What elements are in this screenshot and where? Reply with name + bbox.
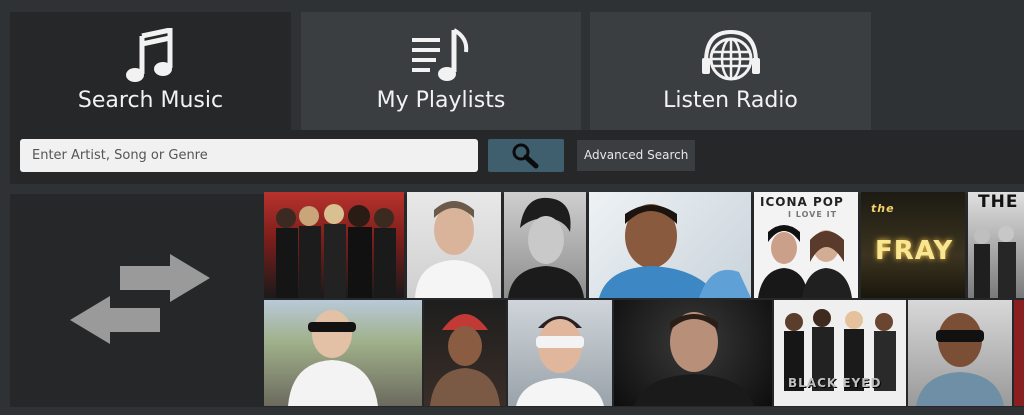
artist-tile[interactable] <box>264 300 422 406</box>
artist-photo <box>634 312 754 406</box>
main-nav-tabs: Search Music My Playlists Listen Radio <box>0 0 1024 130</box>
artist-tile[interactable] <box>614 300 772 406</box>
artist-photo <box>916 313 1004 406</box>
tab-my-playlists[interactable]: My Playlists <box>301 12 581 130</box>
artist-photo <box>599 204 751 298</box>
search-button[interactable] <box>488 139 564 172</box>
artist-grid: ICONA POP I LOVE IT the FRAY THE BLACK E… <box>264 192 1024 406</box>
artist-tile[interactable] <box>508 300 612 406</box>
playlist-icon <box>412 28 469 81</box>
tab-label: Search Music <box>77 88 224 113</box>
search-input[interactable] <box>20 139 478 172</box>
artist-photo <box>758 225 852 298</box>
artist-photo <box>288 310 378 406</box>
artist-tile[interactable] <box>908 300 1012 406</box>
artist-tile[interactable] <box>1014 300 1024 406</box>
artist-tile[interactable] <box>424 300 506 406</box>
tab-label: My Playlists <box>376 88 506 113</box>
artist-tile[interactable] <box>504 192 586 298</box>
band-photo <box>784 309 896 391</box>
band-photo <box>276 204 396 298</box>
artist-tile[interactable] <box>589 192 751 298</box>
swap-arrows-icon[interactable] <box>60 254 220 344</box>
artist-photo <box>415 201 493 298</box>
artist-photo <box>430 314 500 406</box>
tile-title: BLACK EYED <box>788 376 882 390</box>
tab-search-music[interactable]: Search Music <box>10 12 291 130</box>
tab-listen-radio[interactable]: Listen Radio <box>590 12 871 130</box>
artist-tile[interactable]: THE <box>968 192 1024 298</box>
band-photo <box>974 226 1016 298</box>
search-icon <box>512 143 539 169</box>
artist-tile[interactable]: the FRAY <box>861 192 965 298</box>
tile-prefix: the <box>871 202 895 215</box>
artist-tile[interactable] <box>264 192 404 298</box>
globe-headphones-icon <box>701 29 760 81</box>
tab-label: Listen Radio <box>663 88 798 113</box>
artist-photo <box>508 197 584 298</box>
artist-tile[interactable] <box>407 192 501 298</box>
artist-photo <box>516 316 604 406</box>
advanced-search-button[interactable]: Advanced Search <box>577 140 696 171</box>
artist-tile[interactable]: ICONA POP I LOVE IT <box>754 192 858 298</box>
music-note-icon <box>125 28 172 82</box>
artist-tile[interactable]: BLACK EYED <box>774 300 906 406</box>
tile-title: FRAY <box>875 236 954 266</box>
search-bar: Advanced Search <box>10 130 1024 184</box>
